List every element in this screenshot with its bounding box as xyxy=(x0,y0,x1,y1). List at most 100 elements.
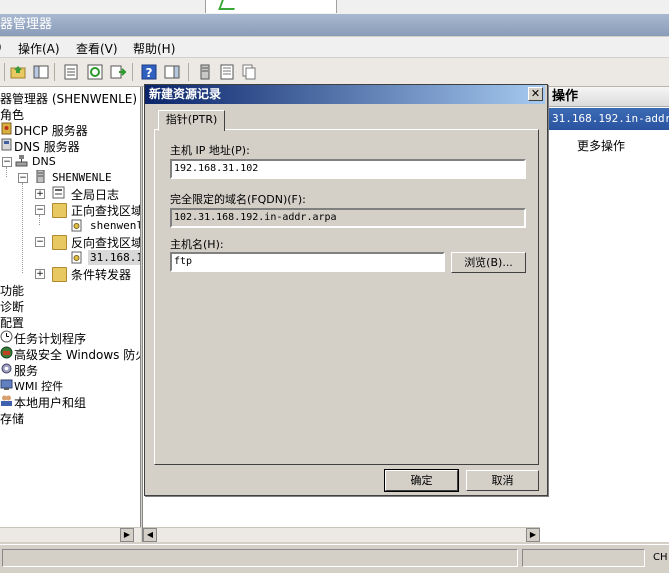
users-icon xyxy=(1,395,12,406)
action-pane xyxy=(548,87,669,542)
tree-item-services[interactable]: 服务 xyxy=(14,362,38,379)
scroll-left-button[interactable]: ◀ xyxy=(143,528,157,542)
tree-line xyxy=(39,215,40,225)
toolbar-separator xyxy=(54,63,55,81)
background-tab[interactable] xyxy=(205,0,337,13)
tree-item-forward-zone-child[interactable]: shenwenl xyxy=(90,219,140,232)
close-icon[interactable]: ✕ xyxy=(528,87,543,101)
center-pane-hscrollbar[interactable]: ◀ ▶ xyxy=(143,527,540,542)
dialog-title: 新建资源记录 xyxy=(149,87,222,101)
folder-icon xyxy=(52,203,67,218)
fqdn-field: 102.31.168.192.in-addr.arpa xyxy=(170,208,526,228)
app-title: 器管理器 xyxy=(0,17,53,32)
expand-forwarders-icon[interactable]: + xyxy=(35,269,45,279)
tree-item-dns[interactable]: DNS xyxy=(32,155,56,168)
tree-item-server[interactable]: SHENWENLE xyxy=(52,171,112,184)
zone-file-icon xyxy=(71,251,82,264)
hostname-label: 主机名(H): xyxy=(170,238,224,251)
show-hide-tree-icon[interactable] xyxy=(32,63,50,81)
show-hide-action-pane-icon[interactable] xyxy=(163,63,181,81)
tree-item-storage[interactable]: 存储 xyxy=(0,410,24,427)
tree-item-conditional-forwarders[interactable]: 条件转发器 xyxy=(71,266,131,283)
status-field-main xyxy=(2,549,518,567)
tree-item-dhcp[interactable]: DHCP 服务器 xyxy=(14,122,88,139)
firewall-icon xyxy=(0,346,13,359)
console-tree-pane: 器管理器 (SHENWENLE) 角色 DHCP 服务器 DNS 服务器 − D… xyxy=(0,87,141,542)
dns-server-icon xyxy=(1,138,12,151)
export-list-icon[interactable] xyxy=(109,63,127,81)
actions-header: 操作 xyxy=(548,87,669,107)
tree-item-global-log[interactable]: 全局日志 xyxy=(71,186,119,203)
refresh-icon[interactable] xyxy=(86,63,104,81)
services-icon xyxy=(1,363,12,374)
host-ip-input[interactable]: 192.168.31.102 xyxy=(170,159,526,179)
status-field-secondary xyxy=(522,549,645,567)
folder-icon xyxy=(52,235,67,250)
up-folder-icon[interactable] xyxy=(9,63,27,81)
folder-icon xyxy=(52,267,67,282)
toolbar: ? xyxy=(0,58,669,87)
collapse-dns-icon[interactable]: − xyxy=(2,157,12,167)
app-title-bar: 器管理器 xyxy=(0,14,669,36)
menu-file-fragment[interactable]: ) xyxy=(0,40,2,54)
properties-icon[interactable] xyxy=(62,63,80,81)
wmi-icon xyxy=(0,379,13,390)
scroll-right-button[interactable]: ▶ xyxy=(526,528,540,542)
tree-item-roles[interactable]: 角色 xyxy=(0,106,24,123)
menu-view[interactable]: 查看(V) xyxy=(76,40,118,57)
menu-help[interactable]: 帮助(H) xyxy=(133,40,175,57)
list-view-icon[interactable] xyxy=(218,63,236,81)
toolbar-separator xyxy=(132,63,133,81)
language-indicator[interactable]: CH xyxy=(653,552,668,563)
tree-line xyxy=(6,167,7,177)
ok-button[interactable]: 确定 xyxy=(384,469,459,492)
collapse-server-icon[interactable]: − xyxy=(18,173,28,183)
menu-action[interactable]: 操作(A) xyxy=(18,40,60,57)
copy-icon[interactable] xyxy=(240,63,258,81)
new-resource-record-dialog: 新建资源记录 ✕ 指针(PTR) 主机 IP 地址(P): 192.168.31… xyxy=(144,84,548,496)
host-ip-label: 主机 IP 地址(P): xyxy=(170,144,250,157)
fqdn-label: 完全限定的域名(FQDN)(F): xyxy=(170,193,306,206)
dialog-title-bar: 新建资源记录 xyxy=(145,85,545,104)
dhcp-server-icon xyxy=(1,122,12,135)
hostname-input[interactable]: ftp xyxy=(170,252,445,272)
cancel-button[interactable]: 取消 xyxy=(466,470,539,491)
toolbar-separator xyxy=(4,63,5,81)
expand-global-log-icon[interactable]: + xyxy=(35,189,45,199)
server-node-icon xyxy=(36,170,45,183)
tree-item-firewall[interactable]: 高级安全 Windows 防火墙 xyxy=(14,346,140,363)
collapse-forward-zone-icon[interactable]: − xyxy=(35,205,45,215)
svg-text:?: ? xyxy=(146,66,153,80)
check-icon xyxy=(218,0,238,10)
clock-icon xyxy=(0,330,13,343)
server-icon[interactable] xyxy=(196,63,214,81)
tree-item-task-scheduler[interactable]: 任务计划程序 xyxy=(14,330,86,347)
tree-item-local-users[interactable]: 本地用户和组 xyxy=(14,394,86,411)
help-icon[interactable]: ? xyxy=(140,63,158,81)
tab-panel: 主机 IP 地址(P): 192.168.31.102 完全限定的域名(FQDN… xyxy=(154,129,539,465)
background-window-strip xyxy=(0,0,669,15)
actions-selected-zone[interactable]: 31.168.192.in-addr xyxy=(548,108,669,130)
tree-item-diagnostics[interactable]: 诊断 xyxy=(0,298,24,315)
event-log-icon xyxy=(52,186,65,199)
menu-bar: ) 操作(A) 查看(V) 帮助(H) xyxy=(0,37,669,58)
collapse-reverse-zone-icon[interactable]: − xyxy=(35,237,45,247)
tree-item-configuration[interactable]: 配置 xyxy=(0,314,24,331)
status-bar: CH xyxy=(0,544,669,573)
tab-ptr[interactable]: 指针(PTR) xyxy=(158,110,225,131)
toolbar-separator xyxy=(188,63,189,81)
tree-root[interactable]: 器管理器 (SHENWENLE) xyxy=(0,90,137,107)
more-actions-link[interactable]: 更多操作 xyxy=(577,137,625,154)
scroll-right-button[interactable]: ▶ xyxy=(120,528,134,542)
dns-node-icon xyxy=(15,155,28,167)
browse-button[interactable]: 浏览(B)... xyxy=(451,252,526,273)
tree-item-reverse-zone-selected[interactable]: 31.168.1 xyxy=(88,250,140,265)
tree-item-dns-server[interactable]: DNS 服务器 xyxy=(14,138,80,155)
tree-item-wmi[interactable]: WMI 控件 xyxy=(14,378,63,394)
zone-file-icon xyxy=(71,219,82,232)
left-pane-hscrollbar[interactable]: ▶ xyxy=(0,527,141,542)
tree-item-reverse-zone[interactable]: 反向查找区域 xyxy=(71,234,140,251)
tree-item-features[interactable]: 功能 xyxy=(0,282,24,299)
tree-item-forward-zone[interactable]: 正向查找区域 xyxy=(71,202,140,219)
tree-line xyxy=(22,183,23,273)
